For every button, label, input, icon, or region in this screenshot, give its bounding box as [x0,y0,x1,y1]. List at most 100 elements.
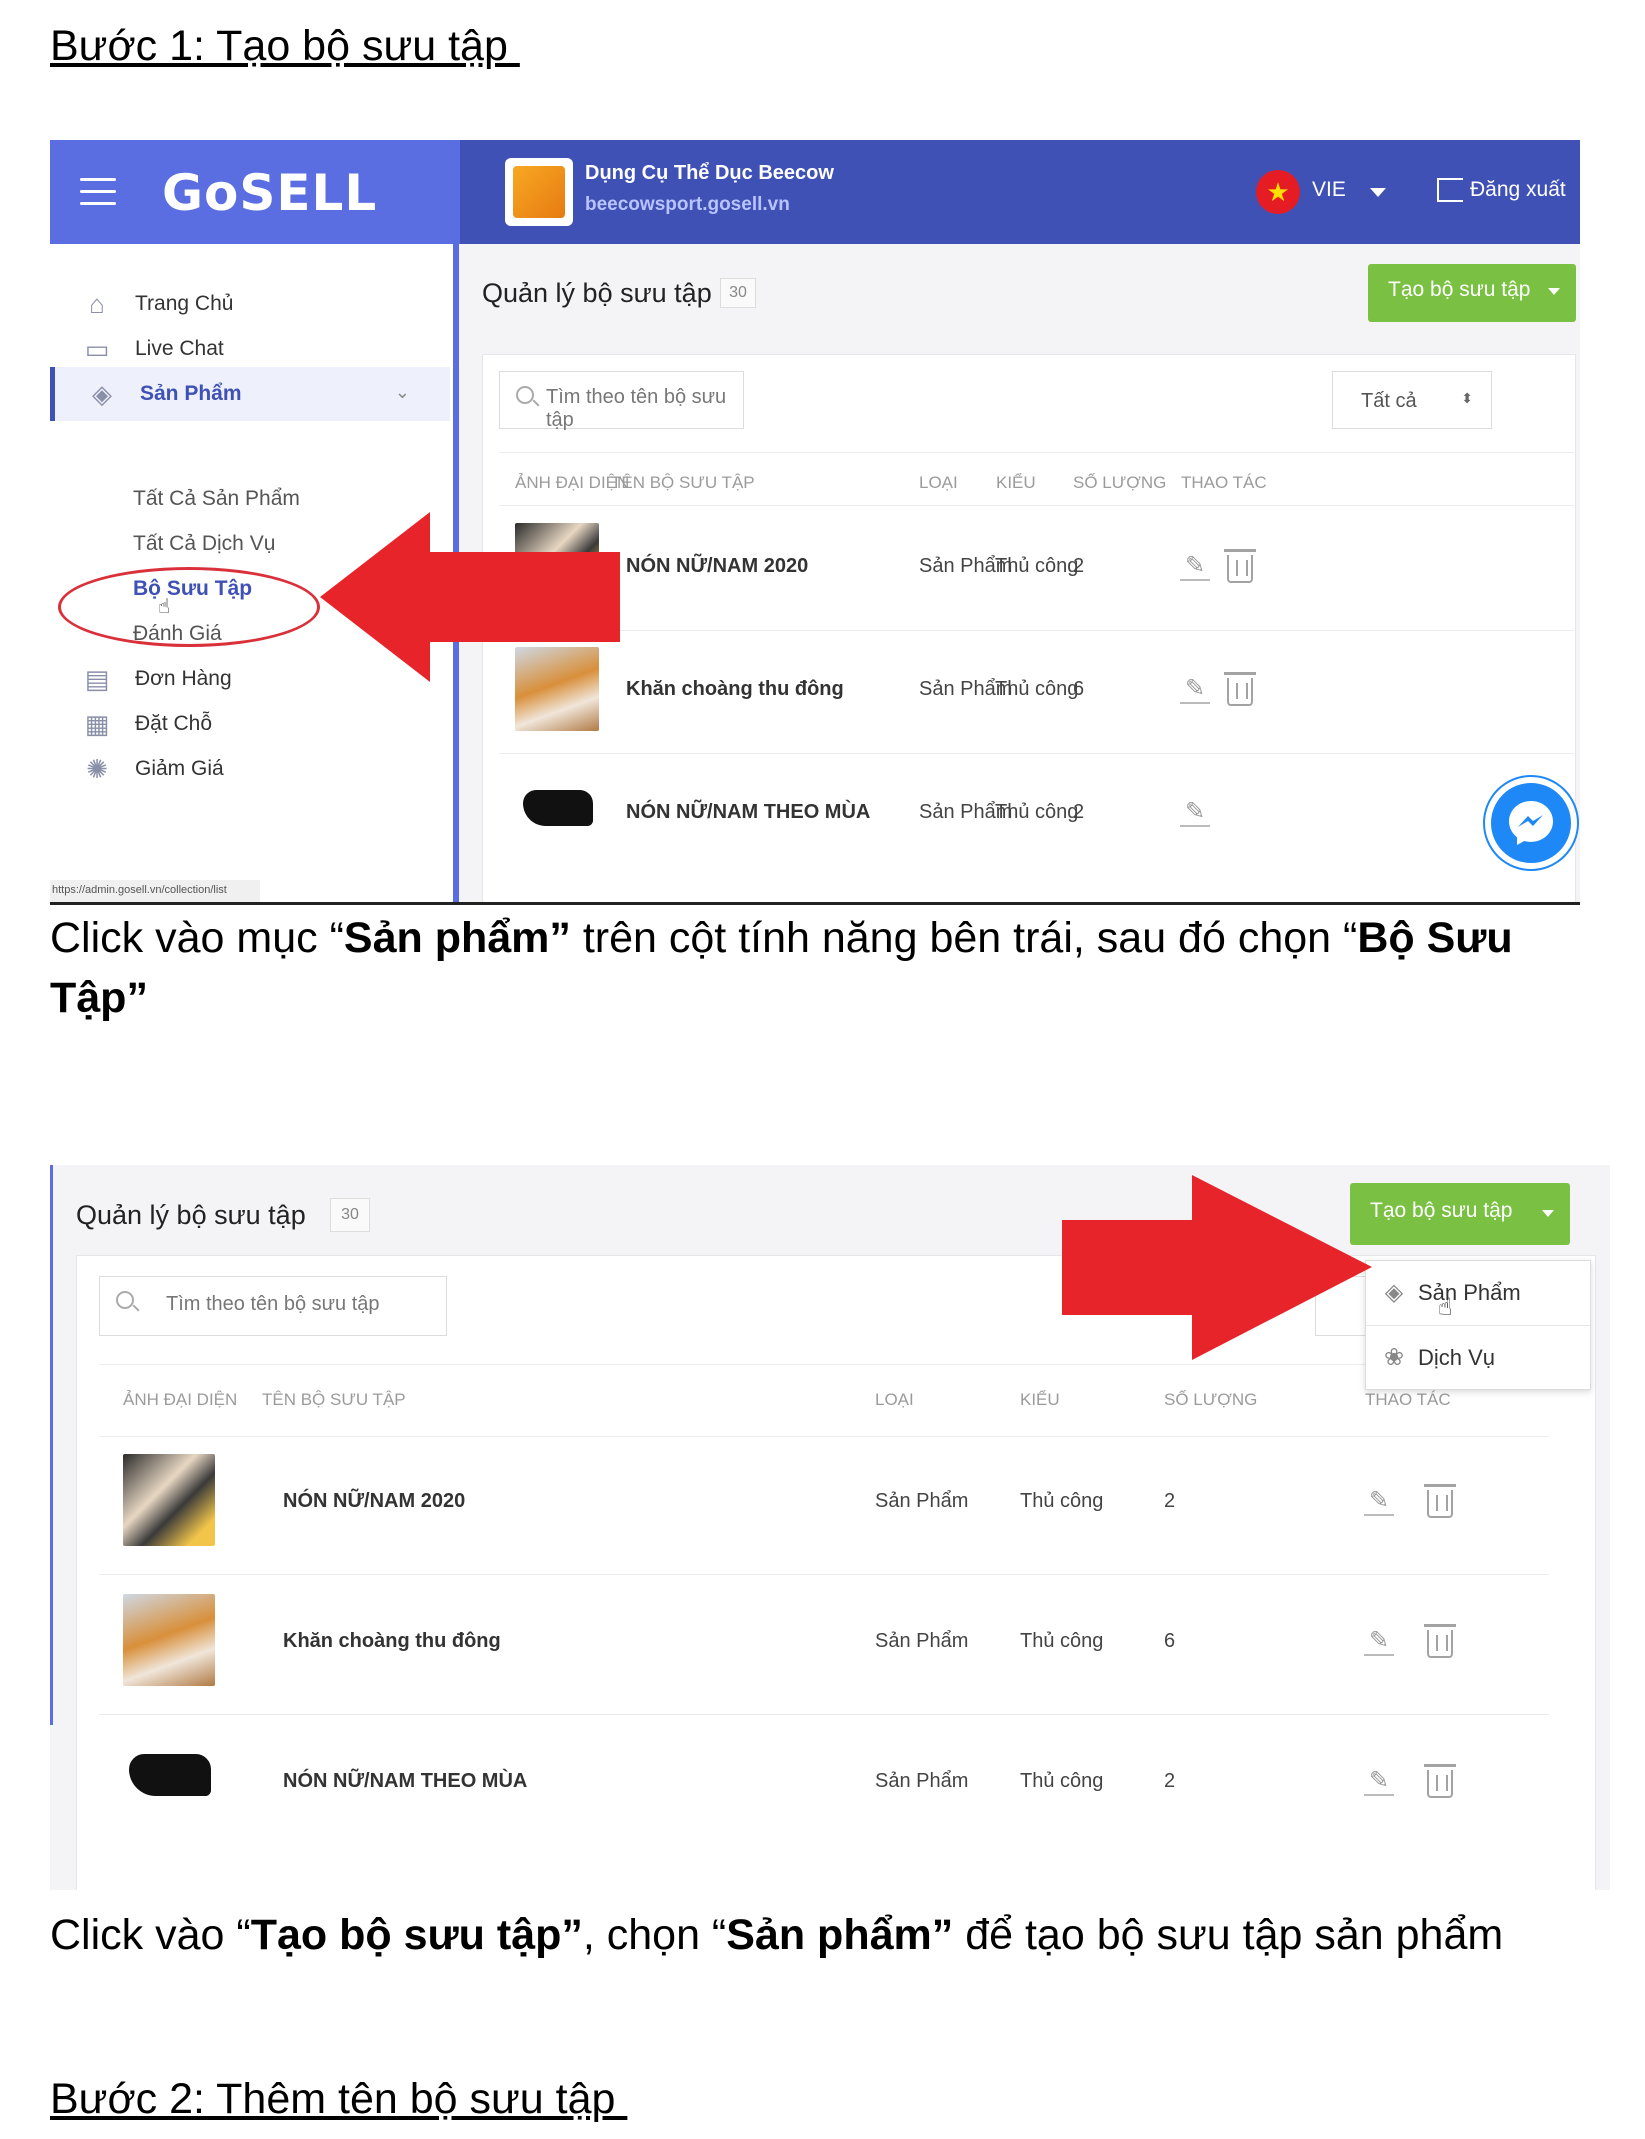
edit-icon[interactable]: ✎ [1364,1626,1394,1656]
page-title: Quản lý bộ sưu tập [76,1200,306,1230]
hand-cursor-icon: ☝ [1438,1294,1453,1321]
step2-heading: Bước 2: Thêm tên bộ sưu tập [50,2075,628,2123]
caption-bold: Tạo bộ sưu tập” [250,1911,583,1959]
shop-url[interactable]: beecowsport.gosell.vn [585,194,790,216]
vietnam-flag-icon[interactable]: ★ [1256,170,1300,214]
step1-heading: Bước 1: Tạo bộ sưu tập [50,22,520,70]
menu-item-products[interactable]: ◈ Sản Phẩm [1366,1261,1590,1325]
caption-text: trên cột tính năng bên trái, sau đó chọn… [570,914,1358,962]
search-icon [516,386,534,404]
collection-name[interactable]: NÓN NỮ/NAM THEO MÙA [283,1770,527,1793]
collection-thumbnail [523,790,593,826]
collection-qty: 2 [1164,1770,1176,1792]
collection-thumbnail [123,1594,215,1686]
chevron-down-icon[interactable] [1370,188,1386,197]
caret-down-icon [1542,1210,1554,1217]
th-name: TÊN BỘ SƯU TẬP [611,473,755,492]
th-image: ẢNH ĐẠI DIỆN [123,1390,238,1409]
page-title: Quản lý bộ sưu tập [482,278,712,308]
chevron-down-icon: ⌄ [394,382,410,402]
discount-icon: ✺ [86,754,108,784]
top-bar-brand: GoSELL [50,140,460,244]
create-collection-button[interactable]: Tạo bộ sưu tập [1368,264,1576,322]
trash-icon[interactable] [1224,549,1256,583]
edit-icon[interactable]: ✎ [1180,551,1210,581]
collection-name[interactable]: Khăn choàng thu đông [626,678,844,701]
chat-icon: ▭ [84,334,110,364]
edit-icon[interactable]: ✎ [1180,674,1210,704]
edit-icon[interactable]: ✎ [1364,1766,1394,1796]
filter-select[interactable]: Tất cả ⬍ [1332,371,1492,429]
red-arrow-left [320,512,620,682]
sidebar-item-label: Đơn Hàng [135,667,232,690]
collection-name[interactable]: NÓN NỮ/NAM THEO MÙA [626,801,870,824]
sidebar-sub-all-products[interactable]: Tất Cả Sản Phẩm [133,487,300,511]
collection-panel: Tìm theo tên bộ sưu tập Tất cả ⬍ ẢNH ĐẠI… [482,354,1576,902]
collection-name[interactable]: Khăn choàng thu đông [283,1630,501,1653]
edit-icon[interactable]: ✎ [1364,1486,1394,1516]
create-collection-label: Tạo bộ sưu tập [1388,278,1531,301]
gosell-logo: GoSELL [162,164,378,222]
divider [499,452,1574,453]
caption-text: Click vào “ [50,1911,251,1959]
caret-down-icon [1548,288,1560,295]
search-input[interactable]: Tìm theo tên bộ sưu tập [499,371,744,431]
collection-qty: 6 [1073,678,1085,700]
collection-qty: 2 [1073,801,1085,823]
menu-item-label: Sản Phẩm [1418,1280,1521,1305]
search-input[interactable]: Tìm theo tên bộ sưu tập [99,1276,447,1336]
collection-mode: Thủ công [1020,1630,1104,1652]
th-quantity: SỐ LƯỢNG [1073,473,1167,492]
hamburger-menu-icon[interactable] [80,178,116,206]
th-mode: KIỂU [1020,1390,1060,1409]
sidebar-sub-all-services[interactable]: Tất Cả Dịch Vụ [133,532,275,556]
trash-icon[interactable] [1224,672,1256,706]
collection-qty: 6 [1164,1630,1176,1652]
menu-item-services[interactable]: ❀ Dịch Vụ [1366,1326,1590,1390]
sidebar-item-label: Sản Phẩm [140,382,242,405]
collection-mode: Thủ công [995,678,1079,700]
messenger-icon[interactable] [1485,777,1577,869]
collection-qty: 2 [1164,1490,1176,1512]
collection-thumbnail [129,1754,211,1796]
edit-icon[interactable]: ✎ [1180,797,1210,827]
calendar-icon: ▦ [84,709,110,739]
sidebar-item-products[interactable]: ◈ Sản Phẩm ⌄ [50,367,450,421]
language-selector[interactable]: VIE [1312,178,1346,202]
th-mode: KIỂU [996,473,1036,492]
caption-text: , chọn “ [582,1911,727,1959]
search-placeholder: Tìm theo tên bộ sưu tập [166,1293,380,1315]
red-arrow-right [1062,1175,1372,1360]
collection-name[interactable]: NÓN NỮ/NAM 2020 [283,1490,465,1513]
screenshot-create-collection-menu: Quản lý bộ sưu tập 30 Tạo bộ sưu tập Tìm… [50,1165,1610,1890]
sidebar-item-discounts[interactable]: ✺ Giảm Giá [50,742,450,796]
create-collection-button[interactable]: Tạo bộ sưu tập [1350,1183,1570,1245]
caption-step1: Click vào mục “Sản phẩm” trên cột tính n… [50,908,1610,1028]
divider [499,505,1574,506]
th-actions: THAO TÁC [1181,473,1267,492]
tag-icon: ◈ [92,379,112,409]
search-placeholder: Tìm theo tên bộ sưu tập [546,386,727,431]
divider [99,1714,1549,1715]
trash-icon[interactable] [1424,1624,1456,1658]
caption-bold: Sản phẩm” [726,1911,954,1959]
trash-icon[interactable] [1424,1764,1456,1798]
sidebar-item-label: Đặt Chỗ [135,712,213,735]
divider [499,753,1574,754]
top-bar: GoSELL Dụng Cụ Thể Dục Beecow beecowspor… [50,140,1580,244]
create-collection-label: Tạo bộ sưu tập [1370,1199,1513,1222]
caption-step2-intro: Click vào “Tạo bộ sưu tập”, chọn “Sản ph… [50,1905,1610,1965]
collection-mode: Thủ công [995,801,1079,823]
th-type: LOẠI [919,473,958,492]
home-icon: ⌂ [89,289,105,319]
logout-button[interactable]: Đăng xuất [1470,178,1566,202]
shop-logo [505,158,573,226]
logout-icon[interactable] [1437,178,1463,202]
collection-type: Sản Phẩm [875,1490,969,1512]
collection-name[interactable]: NÓN NỮ/NAM 2020 [626,555,808,578]
collection-type: Sản Phẩm [875,1770,969,1792]
trash-icon[interactable] [1424,1484,1456,1518]
divider [99,1574,1549,1575]
sidebar-item-label: Trang Chủ [135,292,234,315]
flower-icon: ❀ [1383,1344,1405,1371]
